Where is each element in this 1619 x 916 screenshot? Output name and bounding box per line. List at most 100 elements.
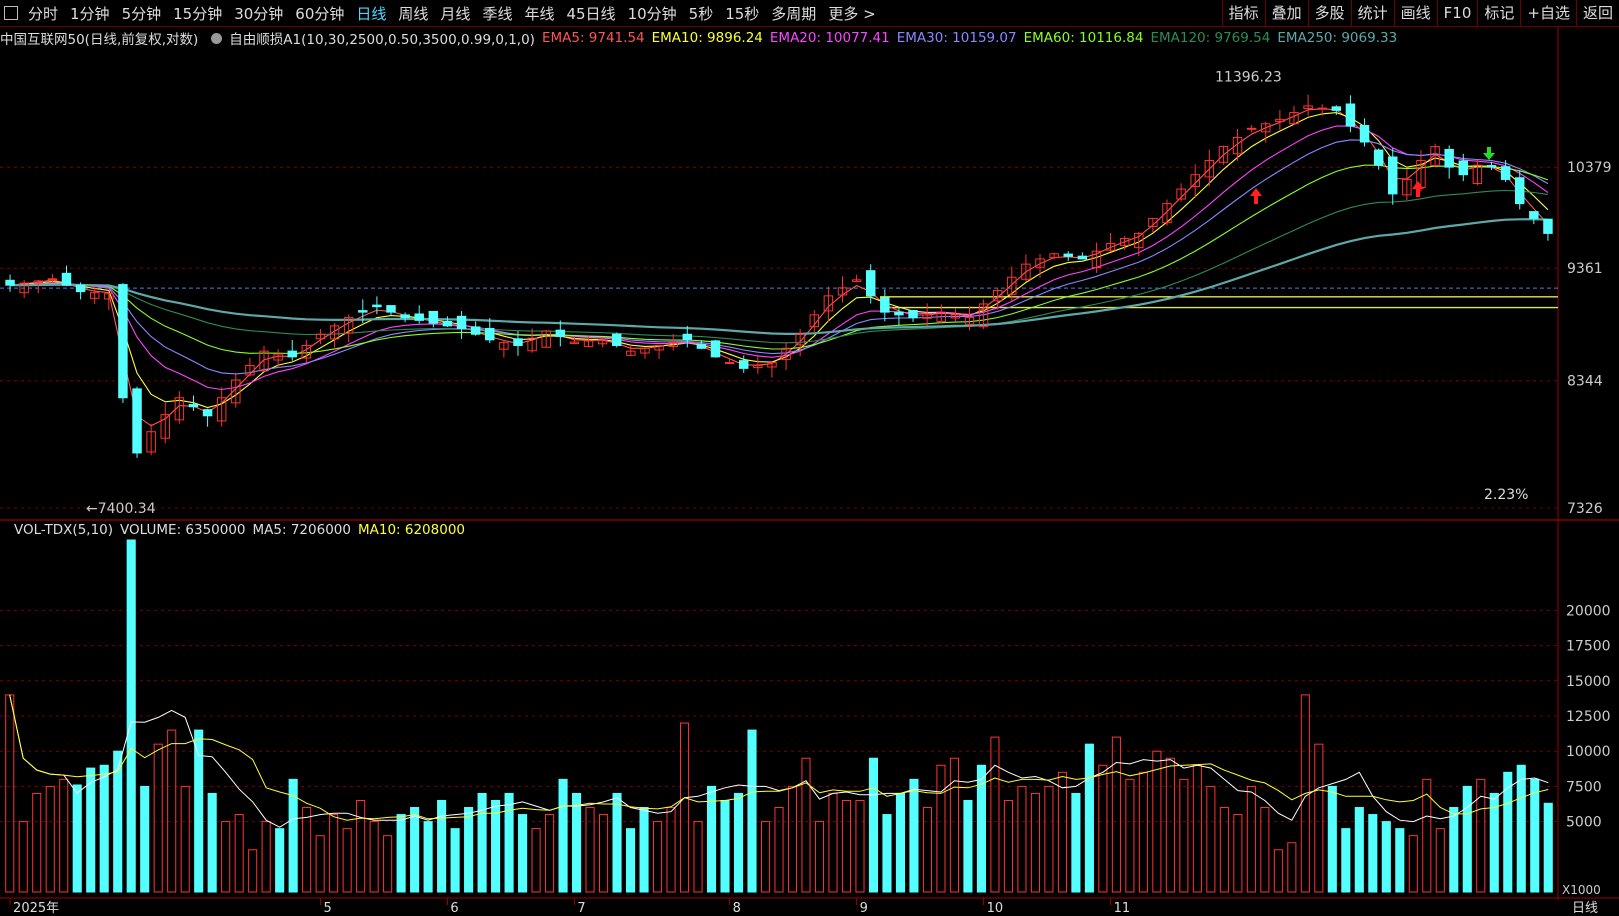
candle-body xyxy=(414,313,424,321)
time-tick-label: 5 xyxy=(323,901,331,916)
volume-bar xyxy=(1273,849,1283,893)
volume-bar xyxy=(1206,785,1216,893)
volume-bar xyxy=(1395,828,1405,893)
time-tick-label: 10 xyxy=(987,901,1004,916)
volume-bar xyxy=(572,792,582,893)
volume-bar xyxy=(45,785,55,893)
volume-bar xyxy=(1530,778,1540,893)
volume-bar xyxy=(747,729,757,893)
ema-line-ema250 xyxy=(10,218,1548,335)
volume-bar xyxy=(450,828,460,893)
volume-bar xyxy=(1516,764,1526,893)
buy-arrow-icon xyxy=(1412,181,1424,197)
volume-tick-label: 15000 xyxy=(1566,674,1611,690)
volume-bar xyxy=(369,821,379,893)
volume-bar xyxy=(599,814,609,893)
volume-bar xyxy=(1314,743,1324,893)
volume-indicator-name: VOL-TDX(5,10) xyxy=(14,522,114,538)
volume-bar xyxy=(153,743,163,893)
volume-bar xyxy=(302,807,312,893)
volume-bar xyxy=(531,828,541,893)
volume-bar xyxy=(180,785,190,893)
volume-bar xyxy=(963,799,973,893)
volume-bar xyxy=(801,757,811,893)
volume-bar xyxy=(59,778,69,893)
volume-ma5: MA5: 7206000 xyxy=(252,522,351,538)
volume-bar xyxy=(140,785,150,893)
volume-tick-label: 5000 xyxy=(1566,815,1602,831)
volume-bar xyxy=(275,828,285,893)
volume-bar xyxy=(1435,828,1445,893)
volume-value: VOLUME: 6350000 xyxy=(120,522,246,538)
candle-body xyxy=(1077,255,1088,260)
volume-bar xyxy=(949,757,959,893)
volume-bar xyxy=(396,814,406,893)
candle-body xyxy=(287,350,297,358)
volume-bar xyxy=(855,799,865,893)
volume-tick-label: 10000 xyxy=(1566,744,1611,760)
candle-body xyxy=(5,279,15,286)
volume-bar xyxy=(639,807,649,893)
sell-arrow-icon xyxy=(1483,147,1495,160)
volume-bar xyxy=(167,729,177,893)
price-tick-label: 7326 xyxy=(1567,501,1603,517)
volume-bar xyxy=(612,792,622,893)
time-tick-label: 11 xyxy=(1114,901,1131,916)
volume-bar xyxy=(558,778,568,893)
volume-bar xyxy=(1084,743,1094,893)
volume-bar xyxy=(1192,764,1202,893)
volume-bar xyxy=(679,722,690,893)
candle-body xyxy=(118,284,128,399)
volume-bar xyxy=(1449,807,1459,893)
volume-bar xyxy=(32,792,42,893)
volume-bar xyxy=(1354,807,1364,893)
time-tick-label: 7 xyxy=(577,901,585,916)
volume-bar xyxy=(1071,792,1081,893)
price-tick-label: 8344 xyxy=(1567,374,1603,390)
period-label: 日线 xyxy=(1572,901,1598,916)
price-tick-label: 9361 xyxy=(1567,261,1603,277)
volume-bar xyxy=(625,828,636,893)
volume-bar xyxy=(1327,785,1337,893)
volume-tick-label: 17500 xyxy=(1566,639,1611,655)
candle-body xyxy=(555,329,566,337)
volume-ma10: MA10: 6208000 xyxy=(357,522,465,538)
volume-bar xyxy=(1017,785,1027,893)
candle-body xyxy=(1345,103,1356,127)
candle-body xyxy=(400,314,410,319)
candle-body xyxy=(470,326,481,335)
volume-bar xyxy=(477,792,487,893)
candle-body xyxy=(908,310,918,319)
candle-body xyxy=(428,310,439,324)
volume-bar xyxy=(720,799,730,893)
candle-body xyxy=(710,340,721,358)
volume-unit-label: X1000 xyxy=(1562,883,1601,897)
volume-bar xyxy=(990,736,1000,893)
volume-tick-label: 12500 xyxy=(1566,709,1611,725)
volume-bar xyxy=(585,807,595,893)
ema-line-ema30 xyxy=(10,139,1549,375)
candle-body xyxy=(724,362,735,365)
candle-body xyxy=(1500,166,1511,180)
volume-bar xyxy=(1125,778,1135,893)
volume-bar xyxy=(868,757,879,893)
volume-bar xyxy=(518,814,528,893)
ema-line-ema10 xyxy=(10,112,1549,409)
candle-body xyxy=(513,338,523,346)
volume-bar xyxy=(895,792,906,893)
candle-body xyxy=(1331,106,1342,111)
candle-body xyxy=(1529,211,1539,219)
volume-bar xyxy=(18,821,28,893)
time-tick-label: 6 xyxy=(450,901,458,916)
volume-bar xyxy=(1233,814,1243,893)
time-tick-label: 2025年 xyxy=(13,901,59,916)
volume-bar xyxy=(787,785,798,893)
volume-bar xyxy=(1462,785,1472,893)
volume-bar xyxy=(437,799,447,893)
price-tick-label: 10379 xyxy=(1567,160,1612,176)
candle-body xyxy=(485,328,495,341)
volume-bar xyxy=(248,849,258,893)
candle-body xyxy=(738,360,749,369)
volume-bar xyxy=(1138,771,1148,893)
candle-body xyxy=(696,343,707,349)
